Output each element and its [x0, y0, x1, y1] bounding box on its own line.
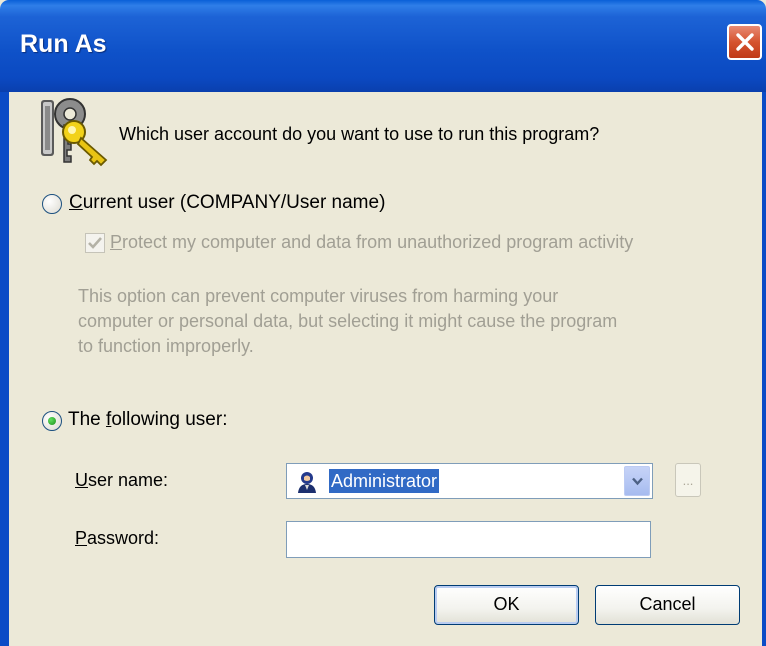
- current-user-label[interactable]: Current user (COMPANY/User name): [69, 192, 385, 214]
- radio-selected-dot: [48, 417, 56, 425]
- close-button[interactable]: [727, 24, 762, 60]
- username-combobox[interactable]: Administrator: [286, 463, 653, 499]
- window-title: Run As: [20, 30, 107, 58]
- protect-checkbox[interactable]: [85, 233, 105, 253]
- chevron-down-icon: [632, 477, 643, 486]
- protect-checkbox-label[interactable]: Protect my computer and data from unauth…: [110, 232, 633, 253]
- user-icon: [298, 472, 316, 493]
- checkmark-icon: [88, 237, 102, 249]
- window-frame-left: [0, 92, 9, 646]
- dialog-content: Which user account do you want to use to…: [9, 92, 762, 646]
- protect-description: This option can prevent computer viruses…: [78, 284, 766, 359]
- window-frame-right: [762, 92, 766, 646]
- browse-button[interactable]: ...: [675, 463, 701, 497]
- ok-button[interactable]: OK: [434, 585, 579, 625]
- description-line: computer or personal data, but selecting…: [78, 311, 618, 331]
- keys-icon: [41, 98, 108, 167]
- username-value[interactable]: Administrator: [329, 469, 440, 493]
- username-dropdown-button[interactable]: [624, 466, 650, 496]
- following-user-label[interactable]: The following user:: [68, 409, 227, 431]
- description-line: to function improperly.: [78, 336, 254, 356]
- prompt-text: Which user account do you want to use to…: [119, 124, 600, 144]
- current-user-radio[interactable]: [42, 194, 62, 214]
- description-line: This option can prevent computer viruses…: [78, 286, 559, 306]
- password-label: Password:: [75, 528, 160, 548]
- following-user-radio[interactable]: [42, 411, 62, 431]
- cancel-button[interactable]: Cancel: [595, 585, 740, 625]
- title-bar[interactable]: Run As: [0, 0, 766, 92]
- username-label: User name:: [75, 470, 169, 490]
- close-icon: [736, 33, 754, 51]
- password-field[interactable]: [286, 521, 651, 558]
